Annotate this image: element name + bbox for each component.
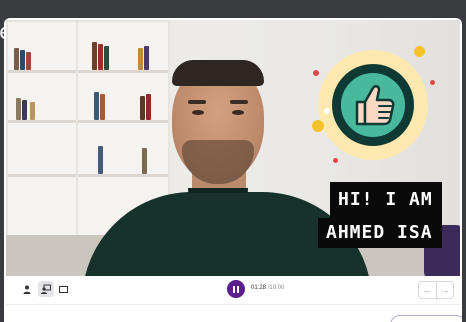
playback-time: 01:28 /10:00 bbox=[251, 285, 284, 291]
person-brow-right bbox=[230, 100, 248, 104]
caption-line-2: AHMED ISA bbox=[318, 218, 442, 248]
decor-dot bbox=[313, 70, 319, 76]
next-button[interactable]: → bbox=[435, 282, 454, 298]
total-time: 10:00 bbox=[269, 285, 285, 291]
top-bar bbox=[0, 0, 466, 18]
bottom-toolbar bbox=[6, 304, 462, 322]
pause-icon bbox=[233, 285, 235, 293]
person-hair bbox=[172, 60, 264, 86]
screen-icon bbox=[58, 285, 68, 293]
video-preview[interactable]: HI! I AM AHMED ISA bbox=[6, 20, 460, 276]
arrow-right-icon: → bbox=[440, 285, 450, 295]
decor-dot bbox=[312, 120, 324, 132]
decor-dot bbox=[430, 80, 435, 85]
decor-dot bbox=[333, 158, 338, 163]
thumbs-up-icon bbox=[355, 85, 395, 126]
person-eye-right bbox=[232, 110, 244, 115]
caption-line-1: HI! I AM bbox=[330, 182, 442, 218]
layout-camera-button[interactable] bbox=[19, 281, 35, 297]
bookcase-left bbox=[6, 20, 78, 239]
person-eye-left bbox=[192, 110, 204, 115]
decor-dot bbox=[324, 108, 330, 114]
arrow-left-icon: ← bbox=[422, 285, 432, 295]
decor-dot bbox=[414, 46, 425, 57]
person-screen-icon bbox=[41, 284, 51, 294]
video-editor-panel: HI! I AM AHMED ISA 01:28 /10:00 ← → bbox=[4, 18, 462, 322]
layout-camera-screen-button[interactable] bbox=[38, 281, 54, 297]
bottom-pill-button[interactable] bbox=[390, 315, 462, 322]
player-controls: 01:28 /10:00 ← → bbox=[6, 278, 460, 302]
clip-navigation: ← → bbox=[418, 281, 454, 299]
current-time: 01:28 bbox=[251, 285, 267, 291]
previous-button[interactable]: ← bbox=[419, 282, 436, 298]
pause-button[interactable] bbox=[227, 280, 245, 298]
person-icon bbox=[23, 285, 31, 294]
person-brow-left bbox=[188, 100, 206, 104]
layout-screen-button[interactable] bbox=[55, 281, 71, 297]
